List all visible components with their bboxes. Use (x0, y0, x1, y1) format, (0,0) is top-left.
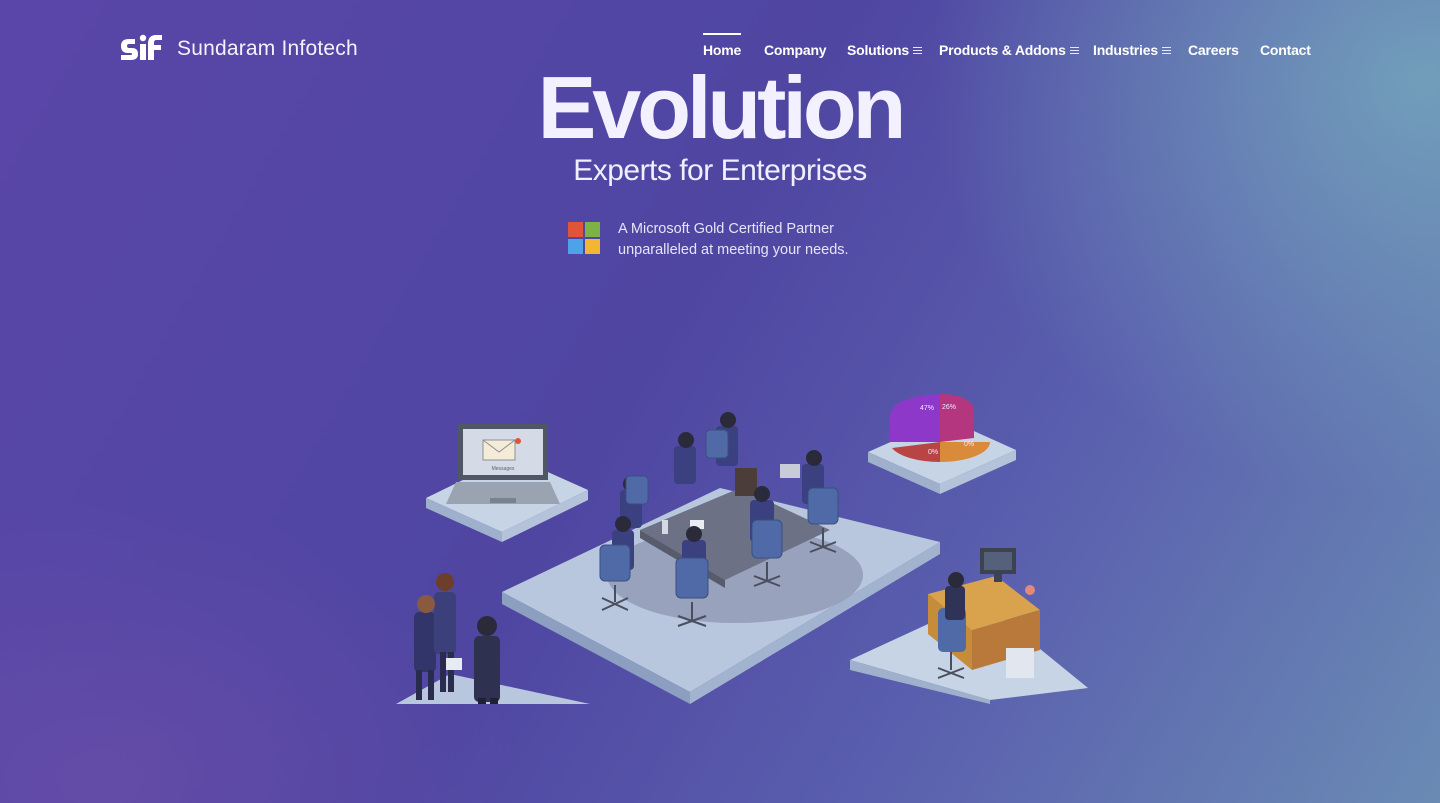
partner-statement: A Microsoft Gold Certified Partner unpar… (618, 219, 849, 261)
laptop-icon: Messages (446, 424, 560, 504)
microsoft-logo-icon (568, 222, 601, 255)
partner-line-1: A Microsoft Gold Certified Partner (618, 221, 834, 237)
pie-label-0a: 0% (964, 441, 974, 448)
nav-home-label: Home (703, 42, 742, 58)
hero-subtitle: Experts for Enterprises (573, 154, 867, 187)
menu-lines-icon (912, 45, 922, 56)
pie-label-47: 47% (920, 405, 934, 412)
pie-label-26: 26% (942, 404, 956, 411)
nav-industries-label: Industries (1093, 42, 1158, 58)
hero-title: Evolution (537, 58, 907, 157)
menu-lines-icon (1161, 45, 1171, 56)
pie-label-0b: 0% (928, 449, 938, 456)
partner-line-2: unparalleled at meeting your needs. (618, 242, 849, 258)
laptop-platform: Messages (426, 424, 588, 542)
nav-company-label: Company (764, 42, 827, 58)
menu-lines-icon (1069, 45, 1079, 56)
pie-chart-icon: 47% 26% 0% 0% (890, 394, 990, 463)
pie-chart-platform: 47% 26% 0% 0% (868, 394, 1016, 494)
laptop-messages-label: Messages (492, 466, 515, 472)
nav-solutions-label: Solutions (847, 42, 909, 58)
nav-careers-label: Careers (1188, 42, 1239, 58)
nav-products-label: Products & Addons (939, 42, 1066, 58)
office-illustration: Messages 47% 26% 0% 0% (396, 394, 1088, 704)
nav-contact-label: Contact (1260, 42, 1311, 58)
